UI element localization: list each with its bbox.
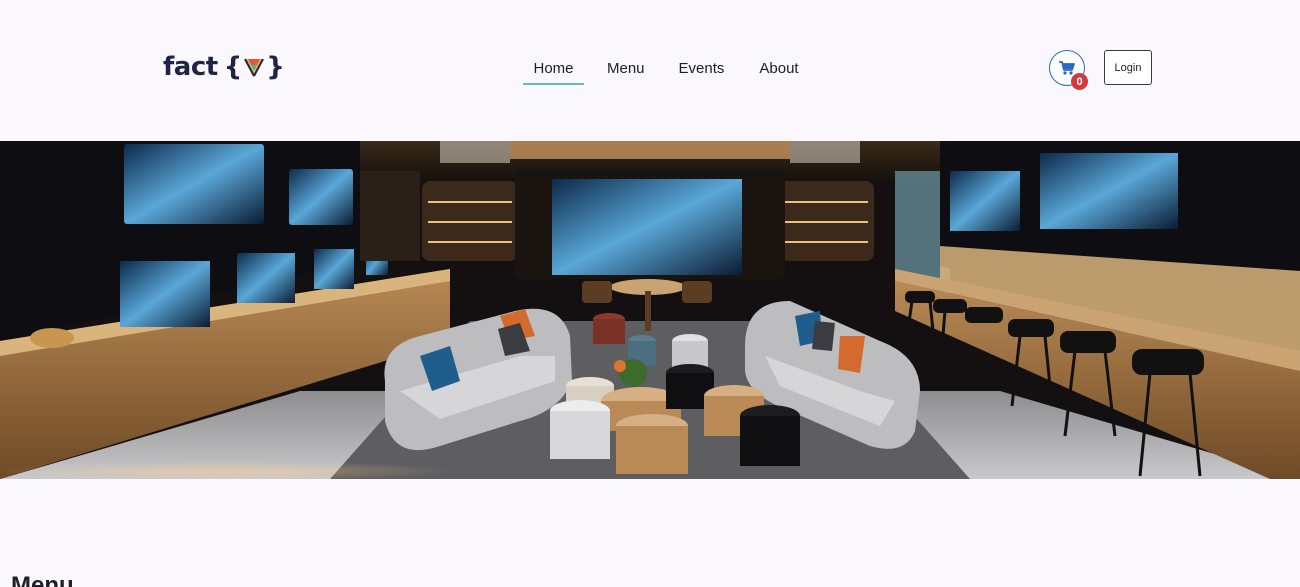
menu-section-title: Menu	[11, 572, 74, 587]
nav-home-link[interactable]: Home	[523, 58, 584, 85]
login-button[interactable]: Login	[1104, 50, 1152, 85]
nav-events-link[interactable]: Events	[679, 58, 725, 85]
site-header: fact { } Home Menu Events About 0 Login	[0, 0, 1300, 140]
brand-logo[interactable]: fact { }	[163, 52, 285, 82]
hero-banner-image	[0, 141, 1300, 479]
main-nav: Home Menu Events About	[523, 58, 799, 85]
cart-count-badge: 0	[1071, 73, 1088, 90]
nav-menu-link[interactable]: Menu	[607, 58, 645, 85]
brand-mark-icon: { }	[223, 52, 285, 82]
nav-about-link[interactable]: About	[759, 58, 798, 85]
brand-name: fact	[163, 52, 218, 82]
shopping-cart-icon	[1059, 61, 1075, 75]
